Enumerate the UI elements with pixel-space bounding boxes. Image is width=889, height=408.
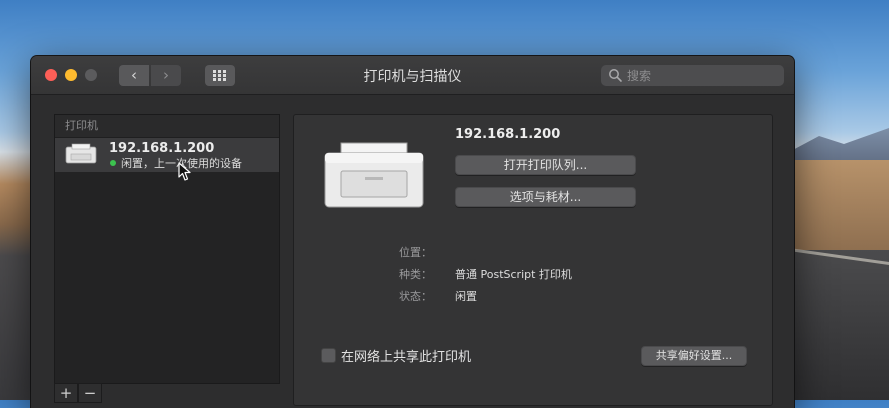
share-printer-label[interactable]: 在网络上共享此打印机	[341, 346, 471, 365]
share-printer-checkbox[interactable]	[321, 348, 336, 363]
sharing-preferences-button[interactable]: 共享偏好设置...	[641, 346, 747, 366]
printer-detail-panel: 192.168.1.200 打开打印队列... 选项与耗材... 位置： 种类：…	[293, 114, 773, 406]
printer-list-item[interactable]: 192.168.1.200 闲置，上一次使用的设备	[55, 138, 279, 172]
remove-printer-button[interactable]: −	[78, 383, 102, 403]
status-label: 状态：	[399, 290, 432, 303]
search-input[interactable]	[627, 65, 777, 86]
printer-list-header: 打印机	[55, 115, 279, 138]
kind-label: 种类：	[399, 268, 432, 281]
open-print-queue-button[interactable]: 打开打印队列...	[455, 155, 636, 175]
printer-name: 192.168.1.200	[109, 141, 215, 156]
kind-value: 普通 PostScript 打印机	[455, 268, 572, 281]
location-label: 位置：	[399, 246, 432, 259]
printer-list: 打印机 192.168.1.200 闲置，上一次使用的设备	[54, 114, 280, 384]
wallpaper-desert	[789, 160, 889, 260]
wallpaper-road	[789, 250, 889, 400]
titlebar: ‹ › 打印机与扫描仪	[31, 56, 794, 95]
printers-scanners-window: ‹ › 打印机与扫描仪 打印机	[31, 56, 794, 408]
detail-printer-name: 192.168.1.200	[455, 127, 561, 142]
printer-icon	[65, 143, 97, 164]
status-dot	[110, 160, 116, 166]
status-value: 闲置	[455, 290, 477, 303]
search-icon	[609, 69, 622, 82]
printer-icon	[324, 142, 424, 208]
search-field[interactable]	[601, 65, 784, 86]
mouse-pointer-icon	[178, 162, 191, 181]
options-supplies-button[interactable]: 选项与耗材...	[455, 187, 636, 207]
printer-list-controls: + −	[54, 383, 102, 403]
add-printer-button[interactable]: +	[54, 383, 78, 403]
